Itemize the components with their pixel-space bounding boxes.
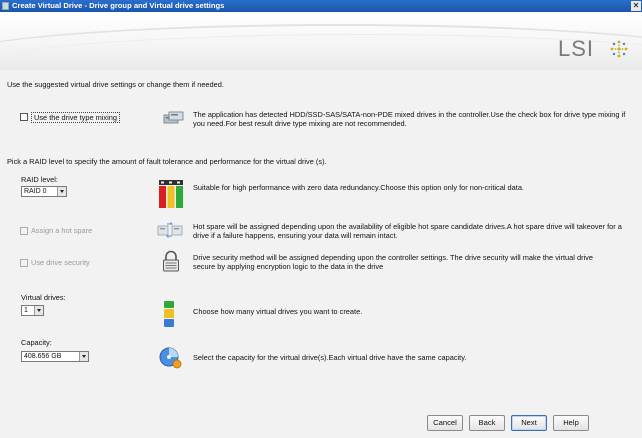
hot-spare-checkbox[interactable]	[20, 227, 28, 235]
logo-text: LSI	[558, 36, 595, 61]
hot-spare-label: Assign a hot spare	[31, 226, 93, 235]
header-banner: LSI	[0, 12, 642, 70]
virtual-drives-select[interactable]: 1	[21, 305, 44, 316]
drive-security-description: Drive security method will be assigned d…	[193, 253, 593, 271]
cancel-button[interactable]: Cancel	[427, 415, 463, 431]
drive-security-label: Use drive security	[31, 258, 90, 267]
chevron-down-icon	[79, 352, 88, 361]
create-virtual-drive-window: Create Virtual Drive - Drive group and V…	[0, 0, 642, 438]
drive-type-mixing-label[interactable]: Use the drive type mixing	[31, 112, 120, 123]
chevron-down-icon	[57, 187, 66, 196]
close-button[interactable]: ✕	[631, 1, 641, 11]
drive-type-mixing-description: The application has detected HDD/SSD-SAS…	[193, 110, 626, 128]
chevron-down-icon	[34, 306, 43, 315]
capacity-value: 408.656 GB	[24, 353, 62, 360]
virtual-drives-value: 1	[24, 307, 28, 314]
back-button[interactable]: Back	[469, 415, 505, 431]
raid-intro-text: Pick a RAID level to specify the amount …	[7, 157, 327, 166]
virtual-drives-description: Choose how many virtual drives you want …	[193, 307, 363, 316]
drive-type-mixing-checkbox[interactable]	[20, 113, 28, 121]
mixed-drives-icon	[163, 111, 184, 124]
raid-level-value: RAID 0	[24, 188, 47, 195]
raid-level-select[interactable]: RAID 0	[21, 186, 67, 197]
lock-icon	[163, 250, 179, 272]
capacity-label: Capacity:	[21, 338, 52, 347]
help-button[interactable]: Help	[553, 415, 589, 431]
next-button[interactable]: Next	[511, 415, 547, 431]
virtual-drive-stack-icon	[164, 301, 174, 327]
app-icon	[2, 2, 9, 10]
capacity-description: Select the capacity for the virtual driv…	[193, 353, 467, 362]
lsi-logo: LSI	[554, 36, 634, 62]
capacity-select[interactable]: 408.656 GB	[21, 351, 89, 362]
capacity-disk-icon	[159, 347, 182, 369]
lsi-starburst-icon	[610, 40, 628, 58]
title-bar: Create Virtual Drive - Drive group and V…	[0, 0, 642, 12]
raid-level-label: RAID level:	[21, 175, 58, 184]
hot-spare-drives-icon	[157, 222, 183, 238]
drive-security-checkbox[interactable]	[20, 259, 28, 267]
window-title: Create Virtual Drive - Drive group and V…	[12, 1, 225, 10]
raid-level-bars-icon	[159, 180, 183, 208]
hot-spare-description: Hot spare will be assigned depending upo…	[193, 222, 622, 240]
raid-level-description: Suitable for high performance with zero …	[193, 183, 524, 192]
virtual-drives-label: Virtual drives:	[21, 293, 66, 302]
intro-text: Use the suggested virtual drive settings…	[7, 80, 224, 89]
